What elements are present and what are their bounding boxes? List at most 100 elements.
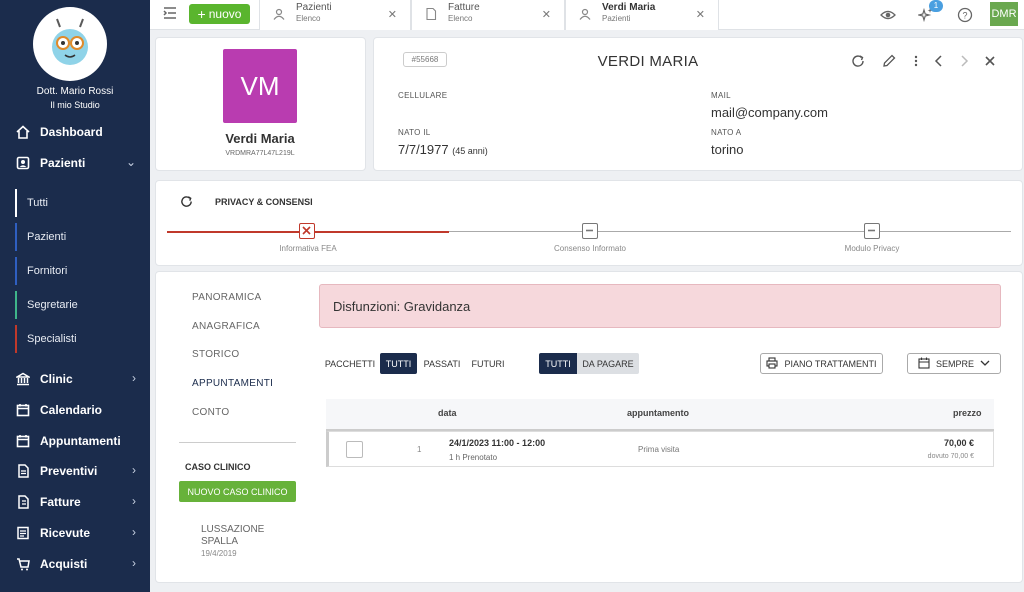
sidebar-sub-segretarie[interactable]: Segretarie — [15, 291, 150, 319]
nato-a-value: torino — [711, 142, 744, 157]
new-clinical-case-button[interactable]: NUOVO CASO CLINICO — [179, 481, 296, 502]
eye-icon[interactable] — [880, 8, 896, 22]
receipt-icon — [16, 526, 30, 540]
plus-icon: + — [197, 6, 206, 22]
section-conto[interactable]: CONTO — [192, 407, 229, 418]
filter-pacchetti[interactable]: PACCHETTI — [325, 353, 375, 374]
sub-label: Fornitori — [27, 265, 68, 277]
tab-fatture[interactable]: Fatture Elenco ✕ — [411, 0, 565, 30]
chevron-right-icon[interactable] — [957, 54, 971, 68]
mail-label: MAIL — [711, 91, 731, 100]
nav-ricevute[interactable]: Ricevute › — [0, 519, 150, 547]
nav-clinic[interactable]: Clinic › — [0, 365, 150, 393]
chevron-left-icon[interactable] — [932, 54, 946, 68]
step-label: Modulo Privacy — [844, 244, 900, 253]
case-line: SPALLA — [201, 536, 239, 547]
step-fea-icon[interactable] — [299, 223, 315, 239]
row-price: 70,00 € — [943, 438, 974, 448]
nav-label: Calendario — [40, 403, 103, 417]
svg-text:?: ? — [962, 11, 967, 21]
nav-label: Pazienti — [40, 156, 86, 170]
chevron-right-icon: › — [132, 371, 136, 385]
cart-icon — [16, 557, 30, 571]
calendar-icon — [918, 357, 930, 371]
column-data[interactable]: data — [438, 408, 457, 418]
sidebar-sub-fornitori[interactable]: Fornitori — [15, 257, 150, 285]
user-card-icon — [16, 156, 30, 170]
period-select[interactable]: SEMPRE — [907, 353, 1001, 374]
age: (45 anni) — [452, 146, 488, 156]
filter-tutti[interactable]: TUTTI — [380, 353, 417, 374]
section-panoramica[interactable]: PANORAMICA — [192, 292, 262, 303]
nav-fatture[interactable]: Fatture › — [0, 488, 150, 516]
close-icon[interactable]: ✕ — [542, 8, 551, 21]
more-vertical-icon[interactable] — [909, 54, 923, 68]
sub-label: Pazienti — [27, 231, 67, 243]
edit-icon[interactable] — [882, 54, 896, 68]
step-consenso-icon[interactable] — [582, 223, 598, 239]
clinical-case-item[interactable]: LUSSAZIONE SPALLA 19/4/2019 — [201, 524, 264, 560]
sidebar-sub-specialisti[interactable]: Specialisti — [15, 325, 150, 353]
cellulare-label: CELLULARE — [398, 91, 448, 100]
close-icon[interactable] — [983, 54, 997, 68]
filter-tutti-payment[interactable]: TUTTI — [539, 353, 577, 374]
help-icon[interactable]: ? — [957, 7, 973, 23]
section-appuntamenti[interactable]: APPUNTAMENTI — [192, 378, 273, 389]
doctor-name: Dott. Mario Rossi — [36, 86, 114, 97]
filter-futuri[interactable]: FUTURI — [468, 353, 508, 374]
nav-label: Preventivi — [40, 464, 98, 478]
tab-pazienti[interactable]: Pazienti Elenco ✕ — [259, 0, 411, 30]
close-icon[interactable]: ✕ — [388, 8, 397, 21]
invoice-icon — [16, 495, 30, 509]
sub-label: Segretarie — [27, 299, 78, 311]
row-date: 24/1/2023 11:00 - 12:00 — [449, 438, 546, 448]
tab-verdi-maria[interactable]: Verdi Maria Pazienti ✕ — [565, 0, 719, 30]
nav-label: Ricevute — [40, 526, 91, 540]
patient-fiscal-code: VRDMRA77L47L219L — [225, 150, 295, 157]
nato-a-label: NATO A — [711, 128, 742, 137]
nav-preventivi[interactable]: Preventivi › — [0, 457, 150, 485]
patient-title: VERDI MARIA — [597, 53, 699, 70]
refresh-icon[interactable] — [180, 195, 193, 208]
patient-id-badge: #55668 — [403, 52, 447, 67]
document-icon — [425, 7, 437, 21]
user-avatar[interactable]: DMR — [990, 2, 1018, 26]
printer-icon — [766, 356, 779, 371]
column-appuntamento[interactable]: appuntamento — [627, 408, 689, 418]
chevron-down-icon: ⌄ — [125, 155, 136, 169]
caso-clinico-title: CASO CLINICO — [185, 462, 251, 472]
section-anagrafica[interactable]: ANAGRAFICA — [192, 321, 260, 332]
menu-toggle-icon[interactable] — [163, 6, 177, 20]
user-icon — [273, 8, 285, 20]
row-checkbox[interactable] — [346, 441, 363, 458]
close-icon[interactable]: ✕ — [696, 8, 705, 21]
chevron-right-icon: › — [132, 525, 136, 539]
nav-pazienti[interactable]: Pazienti ⌄ — [0, 149, 150, 177]
new-button-label: nuovo — [208, 7, 242, 21]
nav-acquisti[interactable]: Acquisti › — [0, 550, 150, 578]
step-privacy-icon[interactable] — [864, 223, 880, 239]
filter-da-pagare[interactable]: DA PAGARE — [577, 353, 639, 374]
filter-passati[interactable]: PASSATI — [422, 353, 462, 374]
nav-dashboard[interactable]: Dashboard — [0, 118, 150, 146]
sidebar-sub-tutti[interactable]: Tutti — [15, 189, 150, 217]
row-number: 1 — [417, 445, 422, 454]
row-due: dovuto 70,00 € — [927, 453, 974, 460]
nav-appuntamenti[interactable]: Appuntamenti — [0, 427, 150, 455]
sidebar-sub-pazienti[interactable]: Pazienti — [15, 223, 150, 251]
privacy-title: PRIVACY & CONSENSI — [215, 197, 313, 207]
row-type: Prima visita — [638, 445, 680, 454]
nav-label: Acquisti — [40, 557, 88, 571]
nav-calendario[interactable]: Calendario — [0, 396, 150, 424]
patient-avatar: VM — [223, 49, 297, 123]
notification-badge: 1 — [929, 0, 943, 12]
sub-label: Specialisti — [27, 333, 77, 345]
new-button[interactable]: + nuovo — [189, 4, 250, 24]
column-prezzo[interactable]: prezzo — [953, 408, 982, 418]
section-storico[interactable]: STORICO — [192, 349, 239, 360]
select-value: SEMPRE — [935, 358, 974, 369]
refresh-icon[interactable] — [851, 54, 865, 68]
progress-line — [449, 231, 1011, 232]
nav-label: Fatture — [40, 495, 81, 509]
piano-trattamenti-button[interactable]: PIANO TRATTAMENTI — [760, 353, 883, 374]
